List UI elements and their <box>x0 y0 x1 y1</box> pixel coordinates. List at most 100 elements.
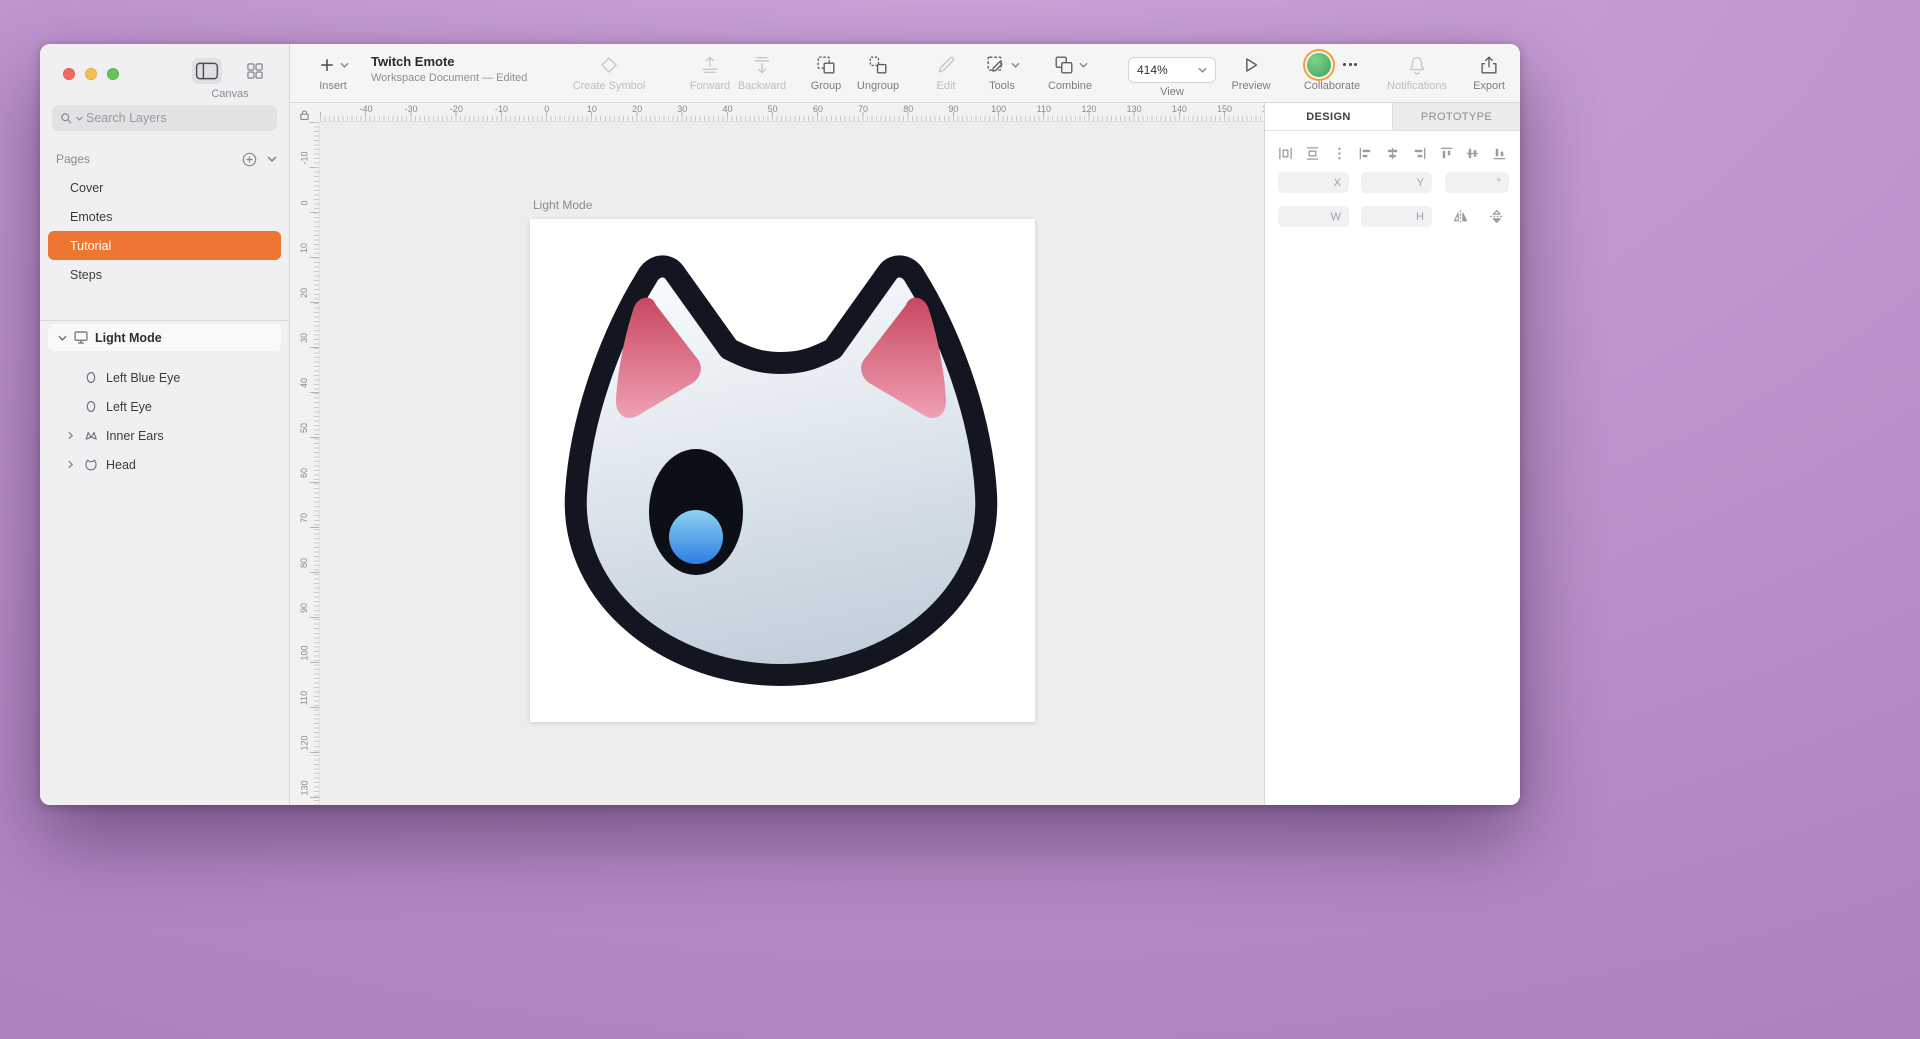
create-symbol-button[interactable]: Create Symbol <box>567 51 651 92</box>
layer-row-left-eye[interactable]: Left Eye <box>40 392 289 421</box>
ruler-number: 0 <box>524 103 569 121</box>
pages-header-label: Pages <box>56 152 90 166</box>
chevron-down-icon <box>1011 62 1020 68</box>
layer-label: Left Eye <box>106 400 152 414</box>
insert-button[interactable]: Insert <box>291 51 375 92</box>
chevron-down-icon <box>1079 62 1088 68</box>
canvas-view-toggle[interactable] <box>192 58 222 84</box>
add-page-icon[interactable] <box>242 152 257 167</box>
tab-prototype[interactable]: PROTOTYPE <box>1392 103 1520 130</box>
align-top-icon[interactable] <box>1439 146 1454 161</box>
spacing-options-icon[interactable] <box>1332 146 1347 161</box>
ruler-number: 150 <box>1202 103 1247 121</box>
search-layers-field[interactable] <box>52 105 277 131</box>
export-share-icon <box>1447 51 1520 78</box>
ruler-number: 40 <box>705 103 750 121</box>
tab-design[interactable]: DESIGN <box>1265 103 1392 130</box>
align-middle-icon[interactable] <box>1465 146 1480 161</box>
cat-emote-drawing[interactable] <box>561 249 1001 689</box>
collapse-artboard-chevron-icon[interactable] <box>58 335 67 341</box>
collaborate-button[interactable]: Collaborate <box>1290 51 1374 92</box>
ruler-number: 70 <box>840 103 885 121</box>
rotation-field-label: ° <box>1497 177 1501 189</box>
ruler-number: 130 <box>1112 103 1157 121</box>
ruler-number: 130 <box>290 765 319 805</box>
close-window-button[interactable] <box>63 68 75 80</box>
ruler-number: 60 <box>795 103 840 121</box>
cat-left-eye-pupil <box>669 510 723 564</box>
collaborate-label: Collaborate <box>1290 80 1374 92</box>
x-field-label: X <box>1334 177 1341 189</box>
expand-layer-chevron-icon[interactable] <box>64 431 76 440</box>
ruler-number: 70 <box>290 495 319 540</box>
align-center-horizontal-icon[interactable] <box>1385 146 1400 161</box>
collaborator-avatar[interactable] <box>1307 53 1331 77</box>
align-right-icon[interactable] <box>1412 146 1427 161</box>
preview-label: Preview <box>1209 80 1293 92</box>
layer-row-head[interactable]: Head <box>40 450 289 479</box>
layer-label: Inner Ears <box>106 429 164 443</box>
pages-header: Pages <box>56 148 277 170</box>
page-item[interactable]: Emotes <box>48 202 281 231</box>
x-position-field[interactable]: X <box>1278 172 1349 193</box>
flip-horizontal-button[interactable] <box>1447 206 1473 227</box>
height-field-label: H <box>1416 211 1424 223</box>
export-button[interactable]: Export <box>1447 51 1520 92</box>
fullscreen-window-button[interactable] <box>107 68 119 80</box>
alignment-toolbar <box>1265 143 1520 163</box>
zoom-dropdown[interactable]: 414% <box>1128 57 1216 83</box>
ruler-number: 120 <box>1066 103 1111 121</box>
artboard-light-mode[interactable] <box>530 219 1035 722</box>
layer-row-left-blue-eye[interactable]: Left Blue Eye <box>40 363 289 392</box>
artboard-title[interactable]: Light Mode <box>533 198 592 212</box>
distribute-vertical-icon[interactable] <box>1305 146 1320 161</box>
layer-row-inner-ears[interactable]: Inner Ears <box>40 421 289 450</box>
export-label: Export <box>1447 80 1520 92</box>
ruler-number: 60 <box>290 450 319 495</box>
sidebar-divider <box>40 320 289 321</box>
search-input[interactable] <box>86 111 269 125</box>
collaborate-more-icon[interactable] <box>1343 63 1357 66</box>
ruler-number: 10 <box>569 103 614 121</box>
layer-label: Left Blue Eye <box>106 371 180 385</box>
align-left-icon[interactable] <box>1358 146 1373 161</box>
align-bottom-icon[interactable] <box>1492 146 1507 161</box>
vertical-ruler: -100102030405060708090100110120130 <box>290 122 320 805</box>
components-view-toggle[interactable] <box>240 58 270 84</box>
width-field[interactable]: W <box>1278 206 1349 227</box>
artboard-monitor-icon <box>73 330 89 345</box>
flip-horizontal-icon <box>1452 209 1469 224</box>
height-field[interactable]: H <box>1361 206 1432 227</box>
combine-button[interactable]: Combine <box>1028 51 1112 92</box>
page-item[interactable]: Steps <box>48 260 281 289</box>
layer-artboard-row[interactable]: Light Mode <box>48 324 281 351</box>
canvas[interactable]: Light Mode <box>320 122 1264 805</box>
document-title: Twitch Emote <box>371 54 527 69</box>
flip-vertical-button[interactable] <box>1483 206 1509 227</box>
distribute-horizontal-icon[interactable] <box>1278 146 1293 161</box>
view-toggle-label: Canvas <box>180 88 280 100</box>
expand-layer-chevron-icon[interactable] <box>64 460 76 469</box>
ears-group-icon <box>82 429 100 443</box>
collapse-pages-chevron-icon[interactable] <box>267 156 277 162</box>
minimize-window-button[interactable] <box>85 68 97 80</box>
ruler-number: 90 <box>290 585 319 630</box>
page-item[interactable]: Tutorial <box>48 231 281 260</box>
ruler-lock-icon[interactable] <box>298 108 311 122</box>
oval-layer-icon <box>82 370 100 385</box>
chevron-down-icon <box>1198 67 1207 73</box>
view-label: View <box>1130 86 1214 98</box>
ruler-number: 140 <box>1157 103 1202 121</box>
ruler-number: 0 <box>290 180 319 225</box>
ruler-number: 50 <box>290 405 319 450</box>
combine-label: Combine <box>1028 80 1112 92</box>
horizontal-ruler: -40-30-20-100102030405060708090100110120… <box>320 103 1264 122</box>
preview-button[interactable]: Preview <box>1209 51 1293 92</box>
insert-label: Insert <box>291 80 375 92</box>
rotation-field[interactable]: ° <box>1445 172 1509 193</box>
y-position-field[interactable]: Y <box>1361 172 1432 193</box>
page-item-label: Emotes <box>70 210 112 224</box>
pages-list: Cover Emotes Tutorial Steps <box>40 173 289 289</box>
inspector-tabs: DESIGN PROTOTYPE <box>1265 103 1520 131</box>
page-item[interactable]: Cover <box>48 173 281 202</box>
